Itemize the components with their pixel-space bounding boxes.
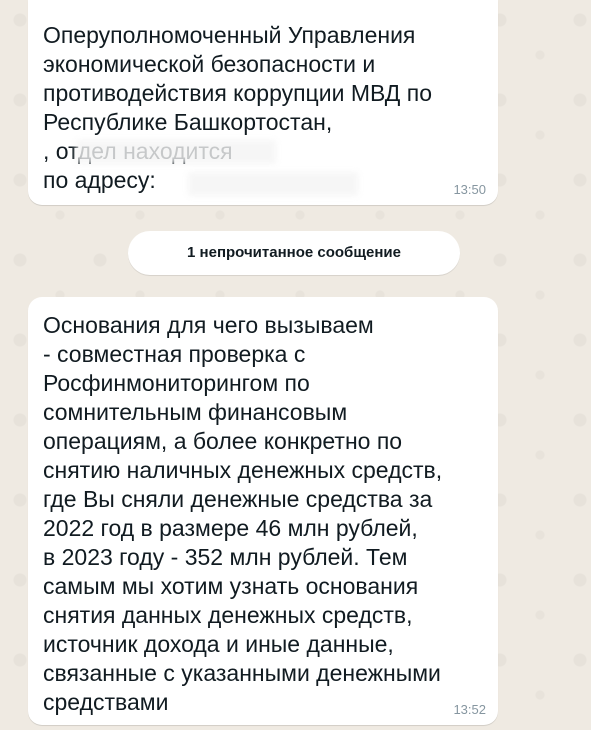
message-text: Основания для чего вызываем - совместная…: [43, 312, 443, 715]
message-time: 13:52: [453, 702, 486, 717]
message-bubble-1[interactable]: Оперуполномоченный Управления экономичес…: [28, 0, 498, 205]
message-time: 13:50: [453, 182, 486, 197]
redacted-area: [188, 172, 358, 196]
message-bubble-2[interactable]: Основания для чего вызываем - совместная…: [28, 297, 498, 725]
redacted-area: [76, 140, 276, 164]
unread-messages-banner: 1 непрочитанное сообщение: [128, 231, 460, 275]
message-text: Оперуполномоченный Управления экономичес…: [43, 22, 433, 193]
